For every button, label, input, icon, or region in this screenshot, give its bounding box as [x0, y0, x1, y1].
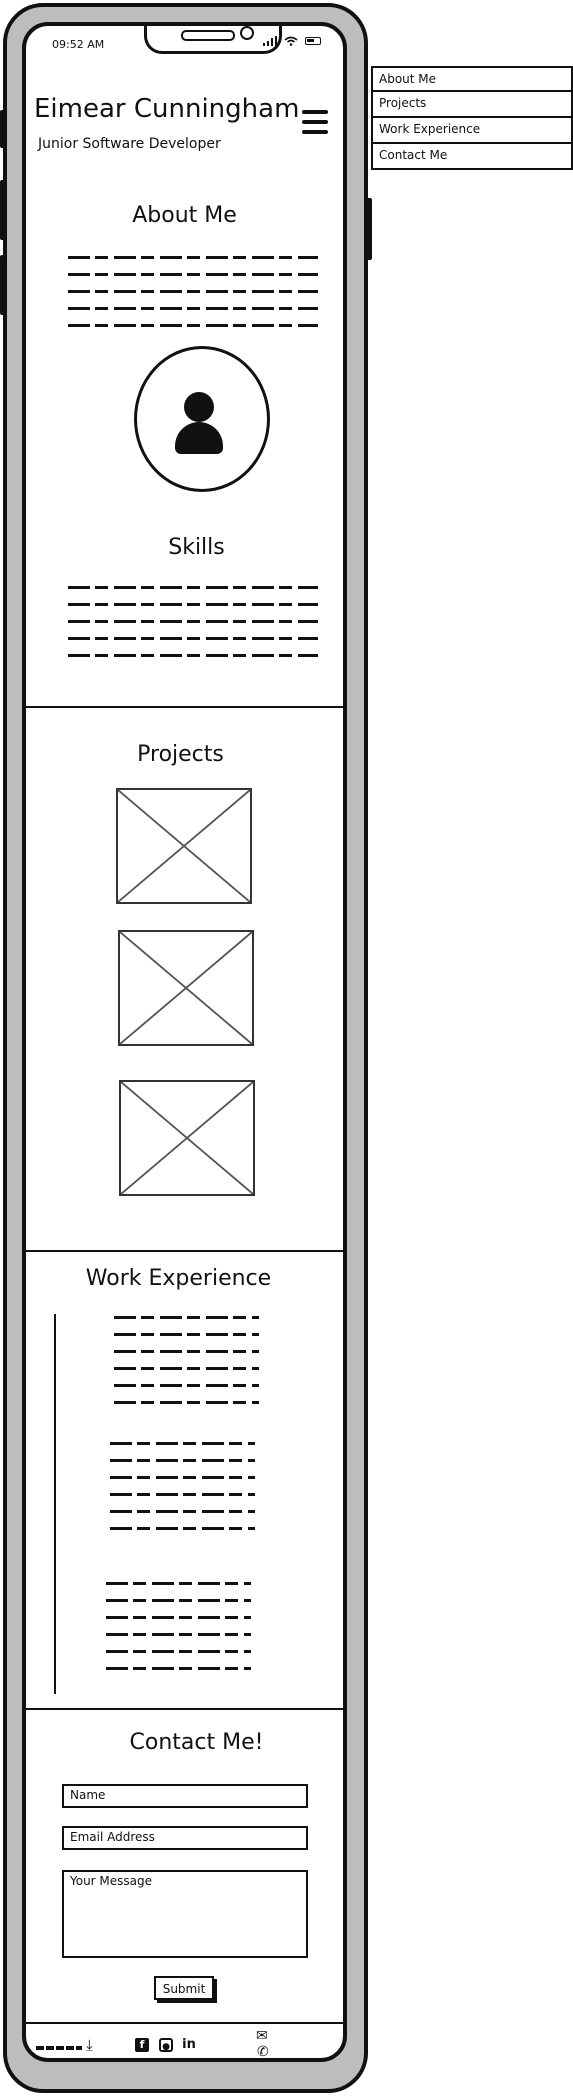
wifi-icon [284, 36, 298, 46]
avatar [134, 346, 270, 492]
nav-item-work-experience[interactable]: Work Experience [371, 118, 573, 144]
about-text [68, 256, 318, 341]
work-entry-text [114, 1316, 259, 1418]
status-icons [263, 36, 321, 46]
section-divider [26, 1708, 343, 1710]
site-subtitle: Junior Software Developer [38, 136, 221, 152]
nav-menu: About Me Projects Work Experience Contac… [371, 66, 573, 170]
footer-divider [26, 2022, 343, 2024]
speaker-grill [181, 30, 235, 41]
email-field[interactable]: Email Address [62, 1826, 308, 1850]
side-button [366, 198, 372, 260]
camera-icon [240, 26, 254, 40]
work-title: Work Experience [85, 1266, 272, 1291]
mail-icon[interactable]: ✉ [256, 2028, 268, 2044]
projects-title: Projects [137, 742, 224, 767]
about-title: About Me [132, 203, 237, 228]
status-time: 09:52 AM [52, 38, 105, 51]
project-image[interactable] [116, 788, 252, 904]
work-entry-text [110, 1442, 255, 1544]
image-placeholder-icon [121, 1082, 253, 1194]
skills-title: Skills [168, 535, 225, 560]
submit-button[interactable]: Submit [154, 1976, 214, 2000]
skills-text [68, 586, 318, 671]
phone-screen: 09:52 AM Eimear Cunningham Junior Softwa… [22, 22, 347, 2062]
side-button [0, 110, 6, 148]
nav-item-contact[interactable]: Contact Me [371, 144, 573, 170]
contact-title: Contact Me! [129, 1730, 264, 1755]
side-button [0, 180, 6, 240]
download-icon[interactable]: ⤓ [86, 2036, 93, 2054]
phone-icon[interactable]: ✆ [257, 2044, 269, 2058]
timeline-line [54, 1314, 56, 1694]
nav-item-about[interactable]: About Me [371, 66, 573, 92]
site-title: Eimear Cunningham [34, 94, 300, 124]
hamburger-icon[interactable] [302, 110, 328, 134]
section-divider [26, 706, 343, 708]
work-entry-text [106, 1582, 251, 1684]
project-image[interactable] [119, 1080, 255, 1196]
linkedin-icon[interactable]: in [182, 2038, 196, 2052]
side-button [0, 255, 6, 315]
section-divider [26, 1250, 343, 1252]
project-image[interactable] [118, 930, 254, 1046]
nav-item-projects[interactable]: Projects [371, 92, 573, 118]
logo-scribble [36, 2046, 82, 2050]
image-placeholder-icon [120, 932, 252, 1044]
battery-icon [305, 37, 321, 45]
github-icon[interactable]: ● [159, 2038, 173, 2052]
image-placeholder-icon [118, 790, 250, 902]
phone-notch [144, 26, 282, 54]
name-field[interactable]: Name [62, 1784, 308, 1808]
facebook-icon[interactable]: f [135, 2038, 149, 2052]
message-field[interactable]: Your Message [62, 1870, 308, 1958]
signal-icon [263, 36, 277, 46]
